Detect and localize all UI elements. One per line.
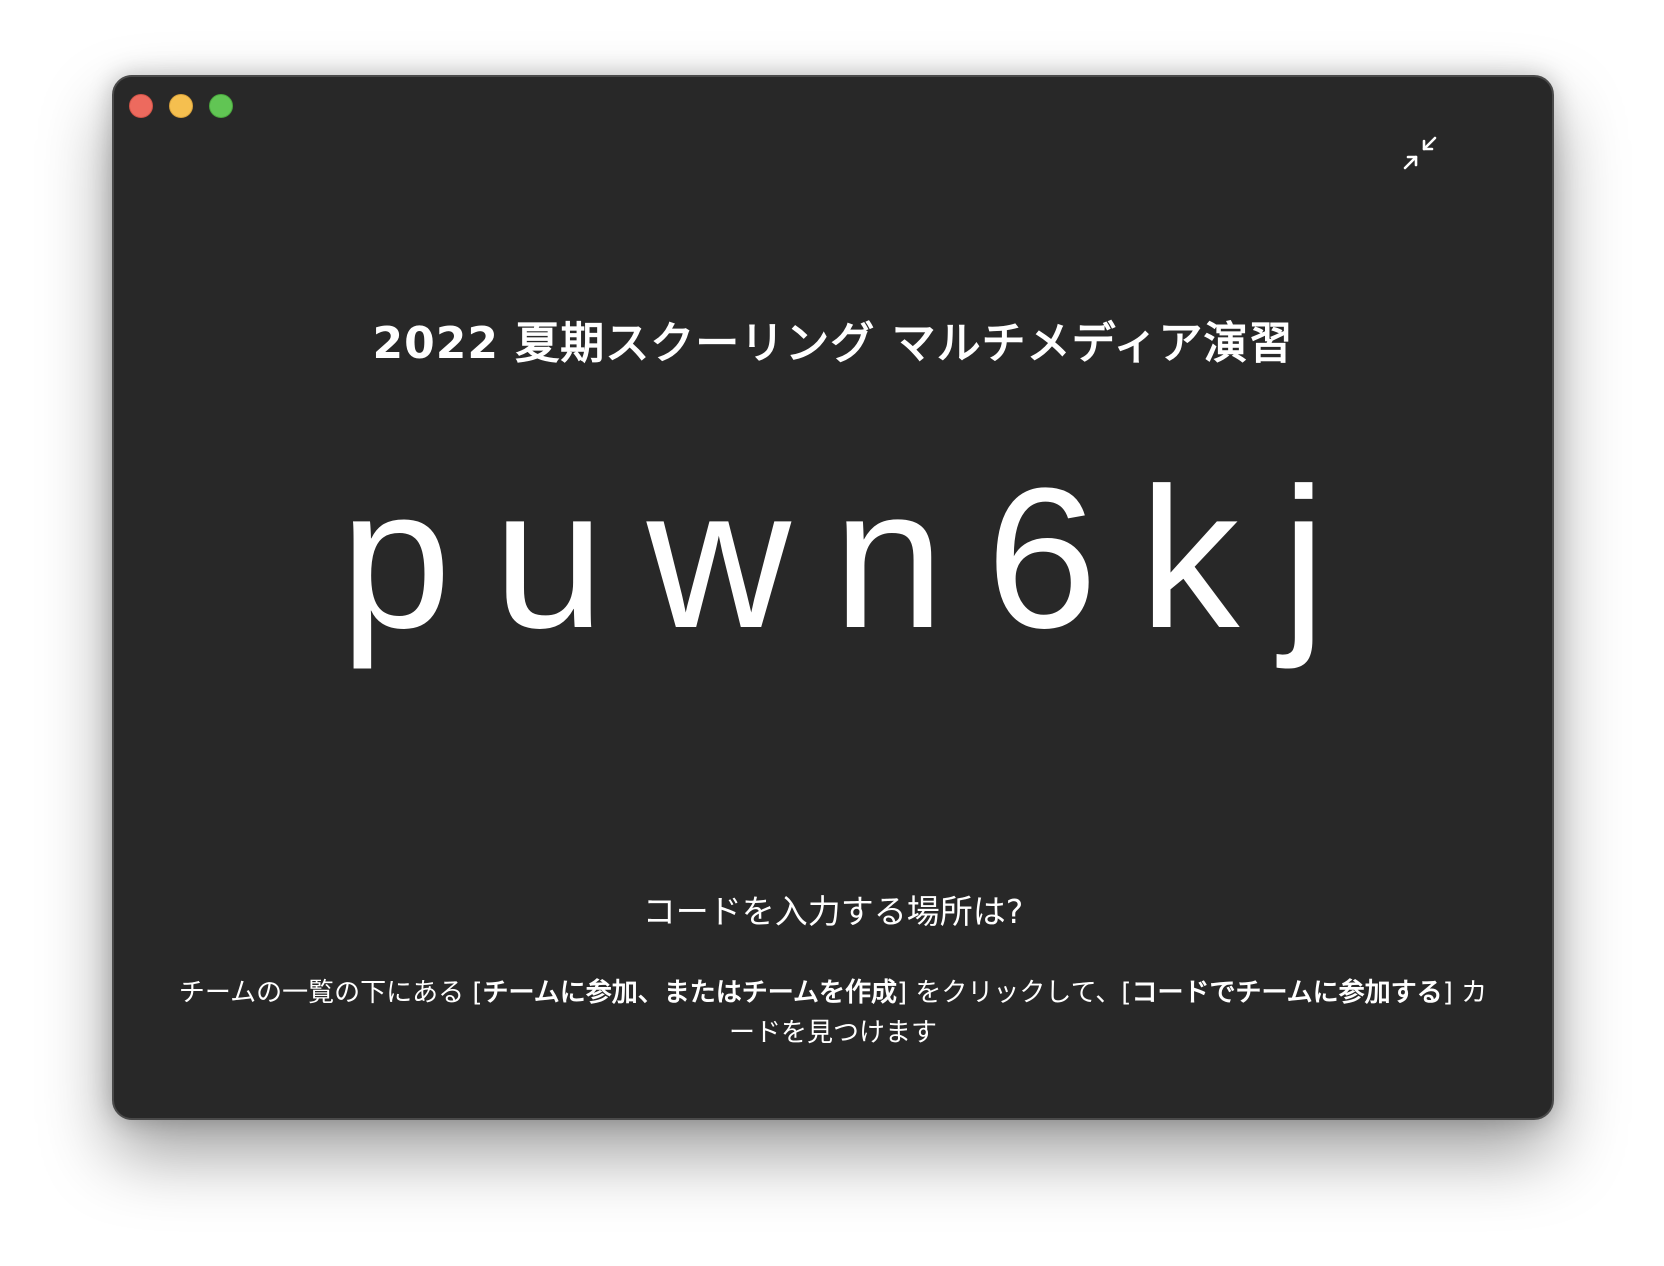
instructions-text-2: ] をクリックして、[ [896,978,1132,1008]
close-button[interactable] [129,94,153,118]
team-name-title: 2022 夏期スクーリング マルチメディア演習 [372,318,1294,369]
arrows-pointing-in-icon [1403,136,1437,170]
minimize-button[interactable] [169,94,193,118]
join-or-create-team-label: チームに参加、またはチームを作成 [482,978,897,1008]
help-question: コードを入力する場所は? [642,892,1024,931]
instructions-text-1: チームの一覧の下にある [ [178,978,483,1008]
join-code: puwn6kj [340,447,1368,670]
window-controls [129,94,233,118]
join-team-with-code-label: コードでチームに参加する [1131,978,1443,1008]
help-instructions: チームの一覧の下にある [チームに参加、またはチームを作成] をクリックして、[… [174,973,1492,1053]
exit-fullscreen-button[interactable] [1402,135,1438,171]
app-window: 2022 夏期スクーリング マルチメディア演習 puwn6kj コードを入力する… [112,75,1554,1120]
zoom-button[interactable] [209,94,233,118]
